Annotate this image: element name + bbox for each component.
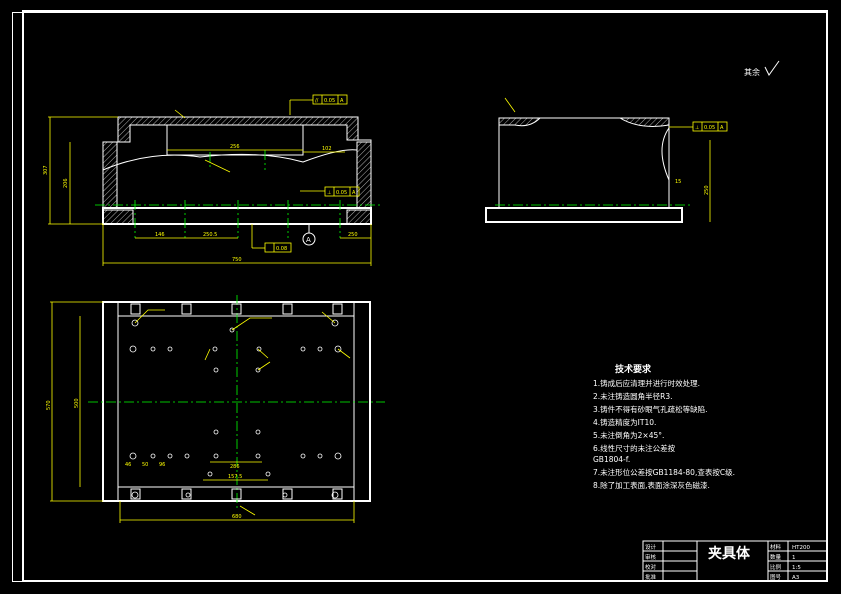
plan-outer-rect — [102, 301, 371, 502]
tb-right-label-3: 比例 — [770, 563, 782, 571]
plan-bolt-holes-bottom — [130, 488, 343, 500]
svg-text:0.05: 0.05 — [704, 125, 715, 131]
svg-text:0.08: 0.08 — [276, 246, 287, 252]
plan-dim-s2: 50 — [142, 462, 148, 468]
svg-text:A: A — [340, 98, 344, 104]
tech-item-2: 2.未注铸造圆角半径R3. — [593, 391, 673, 401]
plan-leader-lines — [134, 309, 351, 516]
front-right-wall — [356, 141, 372, 209]
front-left-wall — [102, 141, 118, 209]
plan-tapped-holes — [129, 319, 342, 499]
plan-view: 570 500 680 157.5 286 46 50 96 — [46, 295, 385, 523]
front-inner-cavity — [166, 124, 304, 156]
front-tolerance-bottom: 0.08 — [251, 224, 292, 253]
front-tolerance-top: // 0.05 A — [289, 94, 348, 115]
front-dim-bottom-a: 146 — [155, 232, 165, 238]
roughness-note: 其余 — [744, 60, 780, 77]
tech-requirements-heading: 技术要求 — [615, 363, 652, 375]
plan-dim-bottom-inner: 157.5 — [228, 474, 242, 480]
title-block: 夹具体 设计 审核 校对 批准 材料 数量 比例 图号 HT200 1 1:5 … — [642, 540, 828, 582]
front-dim-height-outer: 307 — [43, 165, 49, 175]
tb-left-label-4: 批准 — [645, 573, 657, 581]
svg-text://: // — [315, 98, 319, 104]
tb-left-label-1: 设计 — [645, 543, 657, 551]
side-view: 250 15 ⊥ 0.05 A — [485, 97, 728, 223]
svg-text:A: A — [720, 125, 724, 131]
front-base-plate — [102, 207, 372, 225]
tech-item-7: GB1804-f. — [593, 455, 630, 464]
svg-text:⊥: ⊥ — [695, 125, 699, 131]
side-dim-height: 250 — [704, 185, 710, 195]
title-block-title: 夹具体 — [708, 545, 751, 562]
front-break-curve — [102, 149, 358, 171]
tech-item-8: 7.未注形位公差按GB1184-80,查表按C级. — [593, 467, 735, 477]
cad-drawing-sheet: 其余 307 206 256 102 146 250.5 250 750 // … — [12, 10, 828, 582]
datum-a-marker: A — [302, 224, 316, 246]
plan-inner-rect — [117, 315, 355, 488]
front-dim-right-step: 102 — [322, 146, 332, 152]
tb-right-value-3: 1:5 — [792, 565, 801, 571]
tb-right-value-2: 1 — [792, 555, 796, 561]
plan-dim-left-outer: 570 — [46, 400, 52, 410]
tb-right-label-4: 图号 — [770, 573, 782, 581]
outer-frame — [12, 12, 828, 582]
plan-dim-left-inner: 500 — [74, 398, 80, 408]
side-tolerance: ⊥ 0.05 A — [669, 121, 728, 132]
front-base-hatch-right — [346, 209, 372, 225]
side-body — [498, 117, 670, 209]
tb-left-label-2: 审核 — [645, 553, 657, 561]
tech-item-9: 8.除了加工表面,表面涂深灰色磁漆. — [593, 480, 710, 490]
plan-dim-mid: 286 — [230, 464, 240, 470]
roughness-symbol-icon — [764, 60, 780, 76]
front-dim-height-inner: 206 — [63, 178, 69, 188]
plan-dim-s1: 46 — [125, 462, 131, 468]
svg-text:A: A — [352, 190, 356, 196]
tech-requirements: 技术要求 1.铸成后应清理并进行时效处理. 2.未注铸造圆角半径R3. 3.铸件… — [593, 363, 735, 490]
front-dim-bottom-c: 250 — [348, 232, 358, 238]
side-hatch-right — [618, 117, 670, 127]
side-hatch-left — [498, 117, 542, 127]
svg-text:A: A — [306, 236, 311, 244]
side-base-plate — [485, 207, 683, 223]
plan-dim-s3: 96 — [159, 462, 165, 468]
tb-right-label-2: 数量 — [770, 553, 782, 561]
tb-left-label-3: 校对 — [645, 563, 657, 571]
plan-dim-bottom-outer: 680 — [232, 514, 242, 520]
front-dim-inner-width: 256 — [230, 144, 240, 150]
tb-right-value-4: A3 — [792, 575, 800, 581]
svg-text:⊥: ⊥ — [327, 190, 331, 196]
tech-item-4: 4.铸造精度为IT10. — [593, 417, 656, 427]
front-top-frame — [117, 116, 359, 143]
svg-text:0.05: 0.05 — [336, 190, 347, 196]
side-leader — [504, 97, 516, 113]
front-view: 307 206 256 102 146 250.5 250 750 // 0.0… — [43, 94, 380, 266]
front-tolerance-middle: ⊥ 0.05 A — [300, 186, 360, 197]
tb-right-value-1: HT200 — [792, 545, 810, 551]
tech-item-6: 6.线性尺寸的未注公差按 — [593, 443, 676, 453]
tech-item-1: 1.铸成后应清理并进行时效处理. — [593, 378, 700, 388]
front-dim-bottom-b: 250.5 — [203, 232, 217, 238]
front-base-hatch-left — [102, 209, 134, 225]
tech-item-3: 3.铸件不得有砂眼气孔疏松等缺陷. — [593, 404, 708, 414]
side-dim-small: 15 — [675, 179, 681, 185]
roughness-note-text: 其余 — [744, 67, 760, 77]
inner-border — [22, 10, 828, 582]
side-break-curve — [661, 127, 670, 181]
plan-bolt-holes-top — [130, 303, 343, 315]
front-dim-overall: 750 — [232, 257, 242, 263]
tb-right-label-1: 材料 — [770, 543, 782, 551]
svg-text:0.05: 0.05 — [324, 98, 335, 104]
tech-item-5: 5.未注倒角为2×45°. — [593, 430, 664, 440]
